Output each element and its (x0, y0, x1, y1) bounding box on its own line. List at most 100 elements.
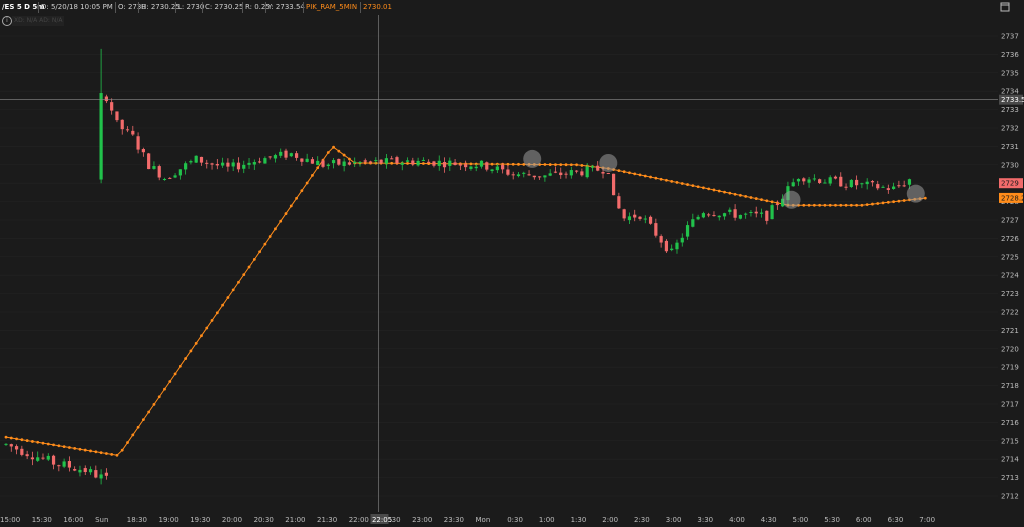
candle (823, 179, 827, 184)
ma-dot (812, 203, 816, 207)
ma-dot (712, 188, 716, 192)
candle-body (141, 148, 145, 153)
candle-body (590, 166, 595, 168)
candle-body (326, 164, 330, 166)
ma-dot (548, 163, 552, 166)
ma-dot (849, 203, 853, 207)
ma-dot (575, 163, 578, 167)
candle-body (432, 161, 436, 166)
ma-dot (834, 203, 837, 207)
candle-body (78, 469, 82, 473)
price-tick-label: 2735 (1001, 69, 1019, 77)
ma-dot (279, 219, 283, 223)
candle-body (104, 472, 108, 476)
study-value-readout: 2730.01 (363, 3, 392, 11)
candle-body (215, 164, 219, 166)
ma-dot (231, 288, 235, 292)
study-name-label[interactable]: PIK_RAM_5MIN (306, 0, 357, 15)
candle-body (670, 248, 674, 251)
ma-dot (83, 448, 87, 452)
candle-body (194, 155, 198, 163)
ma-dot (326, 151, 330, 154)
time-tick-label: 4:30 (761, 516, 777, 524)
ma-dot (559, 163, 563, 167)
candle (506, 165, 510, 177)
header-divider (115, 2, 116, 13)
ma-dot (406, 161, 409, 165)
candle-body (585, 166, 589, 178)
candle (464, 160, 468, 172)
candle-body (210, 163, 214, 165)
ma-dot (871, 202, 874, 206)
candle (611, 173, 616, 196)
candle-body (67, 461, 71, 468)
header-divider (360, 2, 361, 13)
time-tick-label: 3:30 (697, 516, 713, 524)
maximize-icon[interactable] (1000, 2, 1010, 12)
ma-dot (41, 441, 45, 445)
ma-dot (110, 452, 114, 456)
ma-dot (760, 198, 763, 202)
price-tick-label: 2731 (1001, 143, 1019, 151)
time-tick-label: 20:30 (254, 516, 274, 524)
price-tick-label: 2717 (1001, 401, 1019, 409)
time-tick-label: 3:00 (666, 516, 682, 524)
candle-body (775, 204, 779, 206)
candle (342, 158, 346, 172)
candle (427, 159, 431, 163)
candle (231, 158, 235, 172)
candle-body (865, 181, 869, 185)
ma-dot (9, 436, 13, 440)
candle (390, 155, 394, 160)
candle-body (870, 181, 875, 183)
time-tick-label: 4:00 (729, 516, 745, 524)
ma-dot (633, 172, 637, 176)
price-chart[interactable]: 2712 2713 2714 2715 2716 2717 2718 2719 2720 2721… (0, 15, 1024, 527)
candle (596, 161, 600, 172)
ma-dot (284, 212, 288, 215)
candle (680, 233, 684, 247)
candle-body (199, 156, 204, 163)
candle-body (601, 172, 605, 174)
candle-body (691, 219, 695, 227)
time-tick-label: 5:30 (824, 516, 840, 524)
candle (326, 163, 330, 170)
candle (828, 175, 832, 186)
candle-body (490, 169, 494, 172)
candle (99, 48, 103, 184)
candle-body (522, 172, 526, 174)
candle-body (279, 151, 283, 156)
candle-body (374, 160, 378, 162)
header-divider (38, 2, 39, 13)
candle (242, 160, 246, 174)
ma-dot (104, 452, 108, 455)
candle (559, 167, 563, 179)
candle (633, 209, 637, 222)
candle (178, 169, 182, 180)
candle (62, 458, 66, 469)
candle (643, 215, 647, 224)
candle-body (57, 465, 61, 467)
candle-body (131, 130, 135, 135)
ma-dot (580, 164, 584, 167)
candle-body (379, 159, 383, 164)
candle-body (310, 159, 315, 164)
candle-body (178, 169, 182, 176)
candle (358, 161, 362, 167)
ma-dot (649, 175, 652, 179)
ma-dot (665, 178, 668, 182)
ma-dot (675, 181, 679, 184)
price-tick-label: 2732 (1001, 125, 1019, 133)
datetime-readout: D: 5/20/18 10:05 PM (41, 3, 113, 11)
ma-dot (654, 176, 658, 180)
candle-body (648, 216, 653, 224)
candle-body (152, 166, 156, 169)
ma-dot (738, 193, 742, 197)
candle (759, 208, 764, 218)
ma-dot (189, 349, 193, 353)
candle-body (844, 186, 848, 188)
price-tick-label: 2714 (1001, 456, 1019, 464)
header-divider (242, 2, 243, 13)
candle-body (30, 457, 35, 460)
ma-dot (517, 162, 520, 166)
